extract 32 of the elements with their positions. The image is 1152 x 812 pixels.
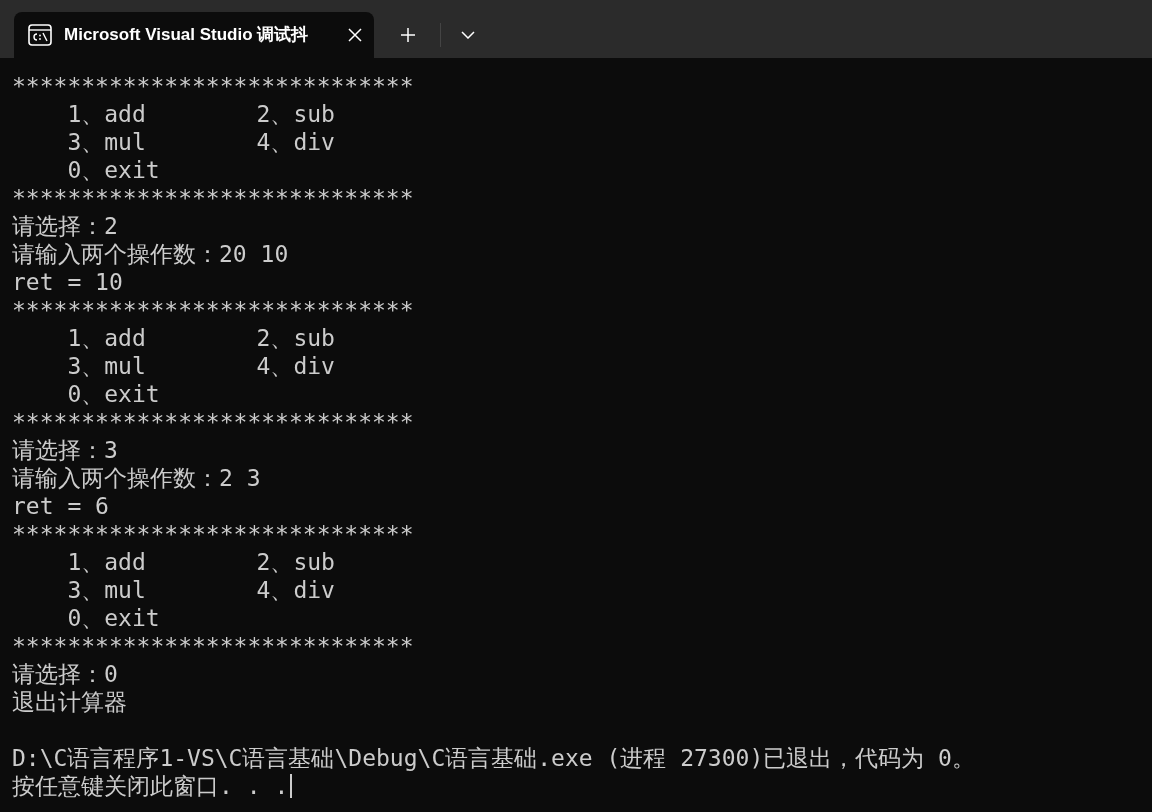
console-line: ***************************** [12,632,414,660]
console-line: 3、mul 4、div [66,128,335,156]
console-line: ret = 6 [12,492,109,520]
console-line: 请选择：0 [12,660,118,688]
console-line: ***************************** [12,296,414,324]
terminal-tab[interactable]: Microsoft Visual Studio 调试抖 [14,12,374,58]
console-line: 1、add 2、sub [66,324,335,352]
console-line: 按任意键关闭此窗口. . . [12,772,289,800]
console-line: 请选择：2 [12,212,118,240]
console-line: 退出计算器 [12,688,127,716]
chevron-down-icon[interactable] [461,31,475,39]
console-line: 0、exit [66,380,160,408]
tab-title: Microsoft Visual Studio 调试抖 [64,24,310,47]
plus-icon[interactable] [400,27,416,43]
console-line: 0、exit [66,156,160,184]
console-line: ret = 10 [12,268,123,296]
text-cursor [290,774,293,798]
console-line: 0、exit [66,604,160,632]
console-line: ***************************** [12,408,414,436]
console-line: 1、add 2、sub [66,548,335,576]
console-line: ***************************** [12,72,414,100]
console-line: 3、mul 4、div [66,352,335,380]
console-line: D:\C语言程序1-VS\C语言基础\Debug\C语言基础.exe (进程 27300)已退出，代码为 0。 [12,744,975,772]
console-line: 请输入两个操作数：20 10 [12,240,289,268]
console-line: 请输入两个操作数：2 3 [12,464,261,492]
console-line: 3、mul 4、div [66,576,335,604]
console-icon [28,24,52,46]
close-icon[interactable] [348,28,362,42]
console-line: 请选择：3 [12,436,118,464]
console-line: ***************************** [12,520,414,548]
console-line: ***************************** [12,184,414,212]
console-line: 1、add 2、sub [66,100,335,128]
